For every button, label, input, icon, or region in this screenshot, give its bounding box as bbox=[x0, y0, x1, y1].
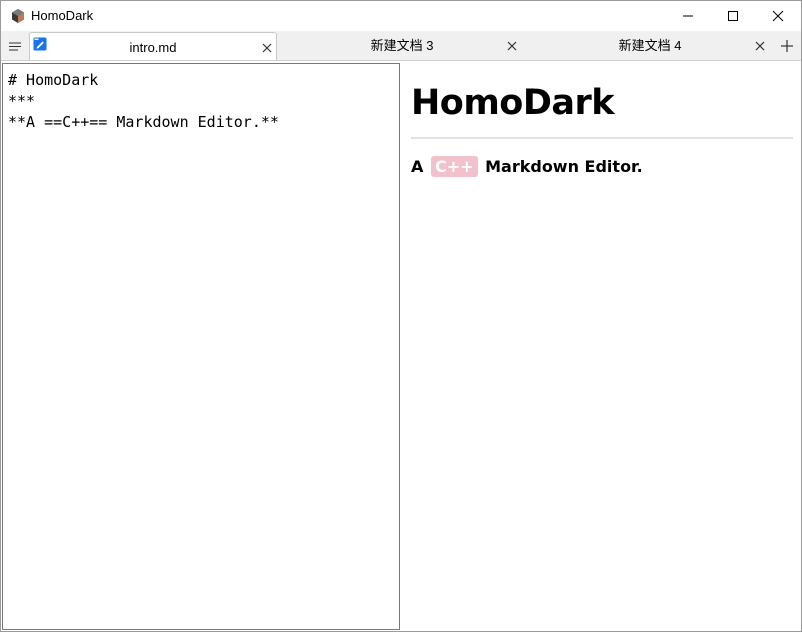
tab-intro-md[interactable]: intro.md bbox=[29, 32, 277, 60]
tab-bar: intro.md 新建文档 3 新建文档 4 bbox=[1, 31, 801, 61]
add-tab-button[interactable] bbox=[777, 36, 797, 56]
menu-button[interactable] bbox=[3, 35, 27, 57]
tab-close-icon[interactable] bbox=[505, 39, 519, 53]
close-window-button[interactable] bbox=[755, 1, 801, 31]
highlight-mark: C++ bbox=[430, 156, 478, 177]
tab-close-icon[interactable] bbox=[260, 41, 274, 55]
tab-label: intro.md bbox=[129, 40, 177, 55]
editor-line[interactable]: *** bbox=[8, 91, 399, 112]
preview-text-suffix: Markdown Editor. bbox=[485, 157, 643, 176]
close-icon bbox=[772, 10, 784, 22]
preview-text-prefix: A bbox=[411, 157, 424, 176]
preview-divider bbox=[411, 137, 793, 139]
markdown-preview: HomoDark A C++ Markdown Editor. bbox=[401, 63, 801, 630]
minimize-button[interactable] bbox=[665, 1, 711, 31]
plus-icon bbox=[781, 40, 793, 52]
editor-line[interactable]: **A ==C++== Markdown Editor.** bbox=[8, 112, 399, 133]
tab-label: 新建文档 4 bbox=[618, 38, 682, 53]
maximize-button[interactable] bbox=[710, 1, 756, 31]
preview-heading: HomoDark bbox=[411, 83, 615, 123]
maximize-icon bbox=[728, 11, 738, 21]
tab-close-icon[interactable] bbox=[753, 39, 767, 53]
tab-new-doc-3[interactable]: 新建文档 3 bbox=[279, 31, 525, 60]
editor-line[interactable]: # HomoDark bbox=[8, 70, 399, 91]
markdown-editor[interactable]: # HomoDark *** **A ==C++== Markdown Edit… bbox=[2, 63, 400, 630]
window-title: HomoDark bbox=[31, 8, 94, 23]
preview-paragraph: A C++ Markdown Editor. bbox=[411, 155, 793, 179]
hamburger-menu-icon bbox=[9, 42, 21, 51]
title-bar[interactable]: HomoDark bbox=[1, 1, 801, 31]
tab-new-doc-4[interactable]: 新建文档 4 bbox=[527, 31, 773, 60]
app-window: HomoDark intro.md 新建文档 3 新建文档 4 # HomoDa… bbox=[0, 0, 802, 632]
minimize-icon bbox=[683, 15, 693, 17]
tab-label: 新建文档 3 bbox=[370, 38, 434, 53]
homodark-app-icon bbox=[10, 8, 26, 24]
